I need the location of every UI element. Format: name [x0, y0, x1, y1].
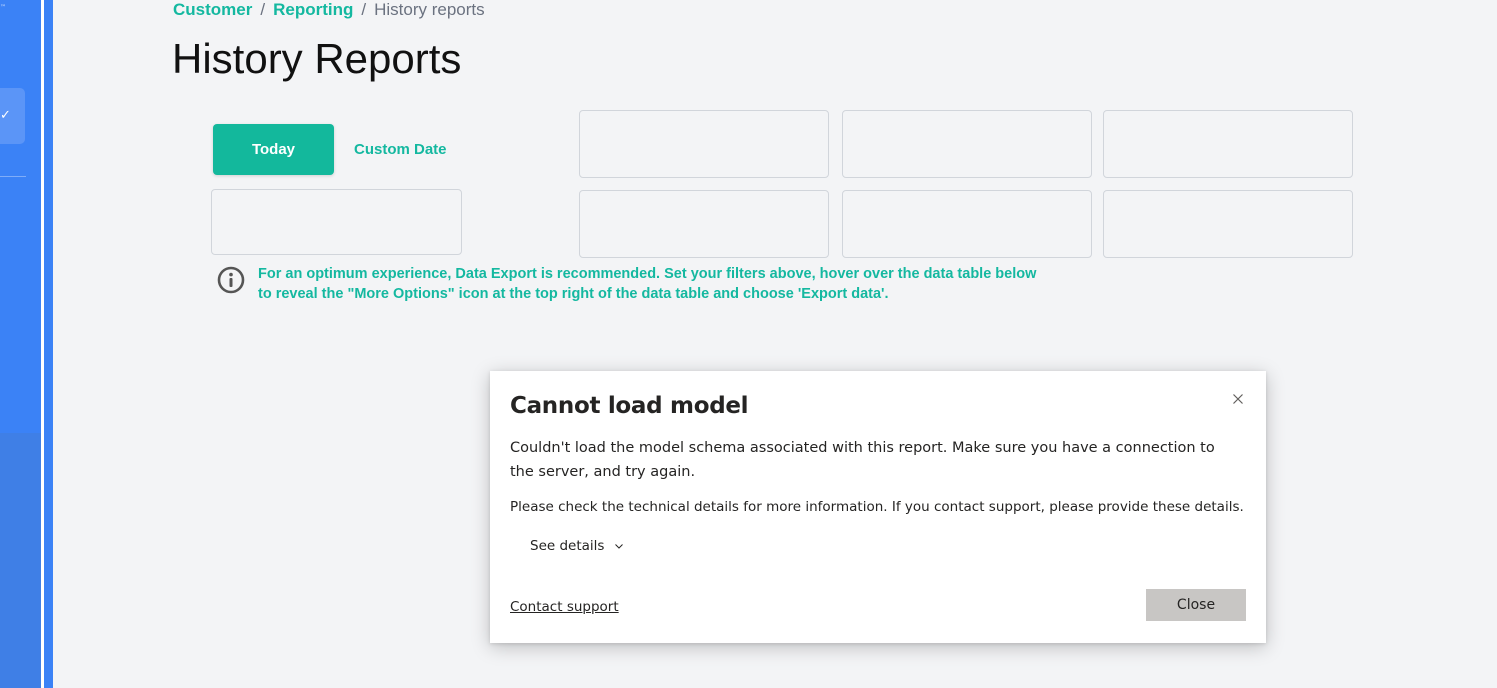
see-details-label: See details [530, 538, 605, 554]
dialog-message: Couldn't load the model schema associate… [510, 440, 1215, 480]
sidebar: ™ ✓ [0, 0, 41, 688]
chevron-down-icon [614, 544, 623, 549]
close-icon[interactable] [1228, 389, 1248, 409]
dialog-help-text: Please check the technical details for m… [510, 499, 1244, 515]
breadcrumb-customer[interactable]: Customer [173, 0, 252, 19]
close-button[interactable]: Close [1146, 589, 1246, 621]
filter-slicer[interactable] [1103, 190, 1353, 258]
breadcrumb-reporting[interactable]: Reporting [273, 0, 353, 19]
sidebar-collapsed-strip[interactable] [44, 0, 53, 688]
contact-support-link[interactable]: Contact support [510, 597, 619, 617]
see-details-toggle[interactable]: See details [530, 536, 625, 556]
dialog-title: Cannot load model [510, 393, 749, 419]
info-circle-icon [217, 266, 245, 294]
breadcrumb-separator: / [361, 0, 367, 19]
filter-slicer[interactable] [579, 190, 829, 258]
filter-slicer[interactable] [211, 189, 462, 255]
error-dialog: Cannot load model Couldn't load the mode… [490, 371, 1266, 643]
sidebar-lower-panel [0, 433, 41, 688]
filter-slicer[interactable] [579, 110, 829, 178]
filter-slicer[interactable] [842, 190, 1092, 258]
sidebar-divider [0, 176, 26, 177]
breadcrumb: Customer / Reporting / History reports [173, 0, 485, 20]
sidebar-logo-mark: ™ [0, 4, 6, 11]
breadcrumb-separator: / [260, 0, 266, 19]
filter-slicer[interactable] [842, 110, 1092, 178]
breadcrumb-current: History reports [374, 0, 485, 19]
check-icon: ✓ [0, 107, 11, 122]
page-title: History Reports [172, 35, 462, 82]
custom-date-link[interactable]: Custom Date [354, 141, 447, 159]
filter-slicer[interactable] [1103, 110, 1353, 178]
today-button[interactable]: Today [213, 124, 334, 175]
info-message: For an optimum experience, Data Export i… [258, 266, 1037, 302]
